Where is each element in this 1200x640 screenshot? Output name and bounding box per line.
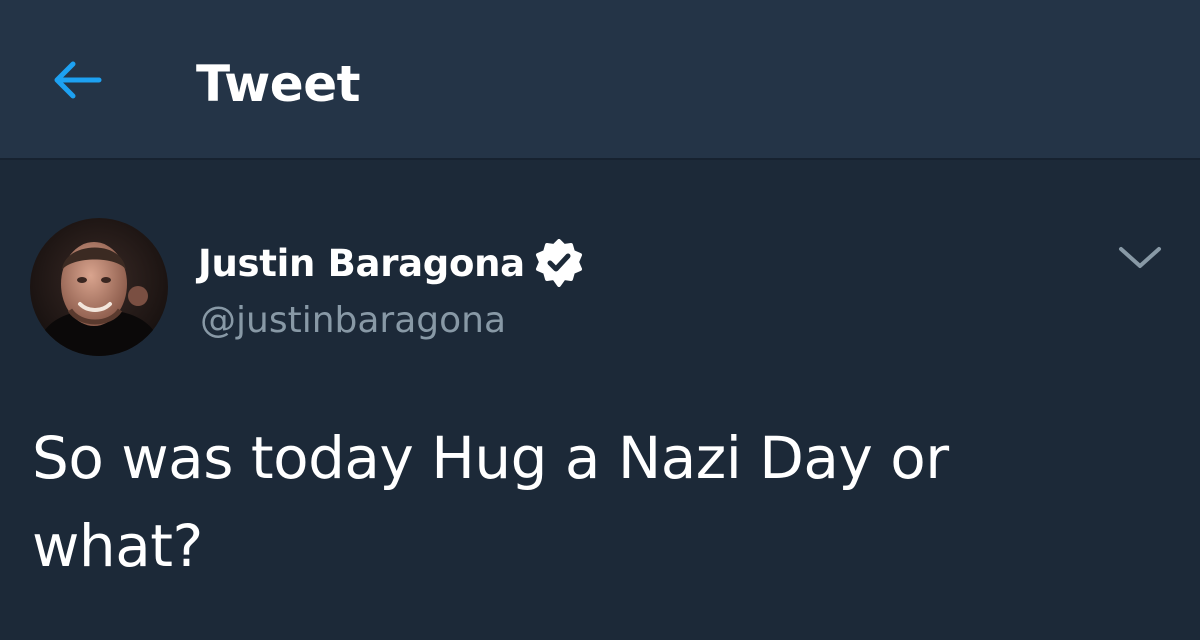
chevron-down-icon (1119, 247, 1161, 268)
back-button[interactable] (40, 46, 114, 114)
tweet-detail: Justin Baragona @justinbaragona So was t… (0, 160, 1200, 640)
author-name-row[interactable]: Justin Baragona (198, 238, 583, 288)
verified-badge-icon (535, 239, 583, 287)
author-display-name[interactable]: Justin Baragona (198, 242, 525, 285)
tweet-menu-button[interactable] (1108, 232, 1172, 284)
author-handle[interactable]: @justinbaragona (200, 296, 506, 346)
top-bar: Tweet (0, 0, 1200, 160)
avatar[interactable] (30, 218, 168, 356)
arrow-left-icon (54, 61, 102, 99)
page-title: Tweet (196, 55, 361, 113)
tweet-text: So was today Hug a Nazi Day or what? (32, 424, 949, 580)
user-avatar (30, 218, 168, 356)
